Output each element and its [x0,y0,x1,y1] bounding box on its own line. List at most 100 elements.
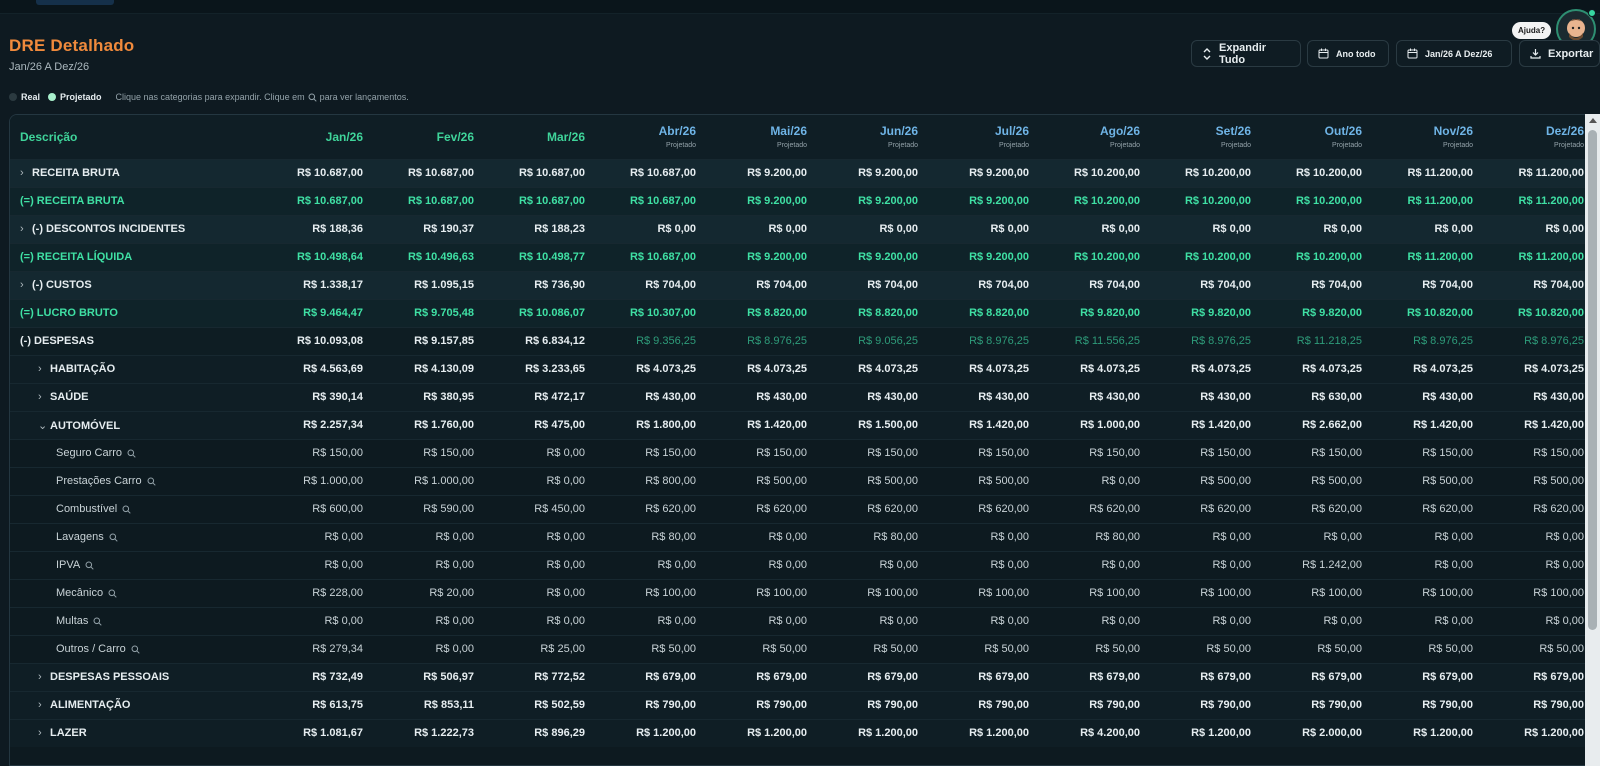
help-button[interactable]: Ajuda? [1512,22,1552,39]
chevron-right-icon[interactable]: › [20,167,32,179]
cell-value: R$ 500,00 [1533,475,1584,487]
cell-value: R$ 150,00 [312,447,363,459]
chevron-right-icon[interactable]: › [20,279,32,291]
expand-all-button[interactable]: Expandir Tudo [1191,40,1301,67]
row-label: (-) DESCONTOS INCIDENTES [32,223,186,235]
row-label: Seguro Carro [56,447,123,459]
cell-value: R$ 1.200,00 [636,727,696,740]
cell-value: R$ 620,00 [756,503,807,515]
cell-value: R$ 100,00 [867,587,918,599]
search-icon [308,93,317,102]
cell-value: R$ 0,00 [1434,615,1473,627]
cell-value: R$ 0,00 [879,615,918,627]
table-row[interactable]: › SAÚDE R$ 390,14 R$ 380,95 R$ 472,17 R$ 430,… [10,383,1594,411]
search-icon[interactable] [109,533,118,542]
cell-value: R$ 4.073,25 [1302,363,1362,375]
table-row[interactable]: ⌄ AUTOMÓVEL R$ 2.257,34 R$ 1.760,00 R$ 475,0… [10,411,1594,439]
table-row[interactable]: › LAZER R$ 1.081,67 R$ 1.222,73 R$ 896,29 R$ … [10,719,1594,747]
search-icon[interactable] [93,617,103,626]
table-row[interactable]: › ALIMENTAÇÃO R$ 613,75 R$ 853,11 R$ 502,59 R… [10,691,1594,719]
search-icon[interactable] [85,561,94,570]
dre-table-container[interactable]: Descrição Jan/26 Fev/26 Mar/26 Abr/26 Projeta… [9,114,1600,766]
cell-value: R$ 9.820,00 [1191,307,1251,319]
cell-value: R$ 0,00 [324,615,363,627]
header-projected-tag: Projetado [1443,142,1473,150]
table-row[interactable]: › HABITAÇÃO R$ 4.563,69 R$ 4.130,09 R$ 3.233… [10,355,1594,383]
cell-value: R$ 0,00 [1545,559,1584,571]
chevron-right-icon[interactable]: › [38,671,50,683]
year-filter-button[interactable]: Ano todo [1307,40,1389,67]
search-icon[interactable] [127,449,136,458]
header-month-label: Nov/26 [1433,124,1473,139]
search-icon[interactable] [147,477,156,486]
scroll-up-arrow-icon[interactable] [1589,118,1597,123]
table-row[interactable]: › (-) DESCONTOS INCIDENTES R$ 188,36 R$ 190… [10,215,1594,243]
cell-value: R$ 0,00 [1101,223,1140,235]
cell-value: R$ 0,00 [879,223,918,235]
cell-value: R$ 620,00 [1311,503,1362,515]
row-label: Lavagens [56,531,104,543]
cell-value: R$ 4.073,25 [1080,363,1140,375]
chevron-right-icon[interactable]: › [38,727,50,739]
search-icon[interactable] [108,589,117,598]
chevron-right-icon[interactable]: › [38,391,50,403]
legend-projected: Projetado [48,92,102,102]
legend-hint: Clique nas categorias para expandir. Cli… [116,92,409,102]
cell-value: R$ 0,00 [768,615,807,627]
cell-value: R$ 1.200,00 [1524,727,1584,740]
row-label: Combustível [56,503,118,515]
header-description: Descrição [20,129,78,144]
cell-value: R$ 0,00 [990,559,1029,571]
cell-value: R$ 100,00 [978,587,1029,599]
cell-value: R$ 620,00 [867,503,918,515]
chevron-right-icon[interactable]: › [20,223,32,235]
cell-value: R$ 620,00 [1089,503,1140,515]
page-title: DRE Detalhado [9,36,135,55]
search-icon[interactable] [122,505,131,514]
cell-value: R$ 0,00 [546,615,585,627]
cell-value: R$ 1.000,00 [1080,419,1140,431]
cell-value: R$ 10.687,00 [296,167,363,179]
table-row[interactable]: › RECEITA BRUTA R$ 10.687,00 R$ 10.687,00 R$… [10,159,1594,187]
chevron-right-icon[interactable]: › [38,699,50,711]
vertical-scrollbar[interactable] [1585,114,1600,766]
cell-value: R$ 1.760,00 [414,419,474,431]
cell-value: R$ 150,00 [1089,447,1140,459]
cell-value: R$ 790,00 [645,699,696,711]
row-label: RECEITA BRUTA [32,167,120,179]
header-month-label: Ago/26 [1099,124,1140,139]
cell-value: R$ 188,36 [312,223,363,235]
scrollbar-thumb[interactable] [1588,130,1597,630]
cell-value: R$ 10.687,00 [518,167,585,179]
cell-value: R$ 50,00 [1206,643,1251,655]
search-icon[interactable] [131,645,140,654]
cell-value: R$ 472,17 [534,391,585,403]
cell-value: R$ 100,00 [645,587,696,599]
row-description: › DESPESAS PESSOAIS [10,663,262,691]
export-button[interactable]: Exportar [1519,40,1600,67]
date-range-button[interactable]: Jan/26 A Dez/26 [1396,40,1512,67]
cell-value: R$ 704,00 [1311,279,1362,291]
cell-value: R$ 0,00 [546,447,585,459]
cell-value: R$ 6.834,12 [525,335,585,347]
cell-value: R$ 0,00 [1101,615,1140,627]
table-row: (=) LUCRO BRUTO R$ 9.464,47 R$ 9.705,48 R$ … [10,299,1594,327]
table-row[interactable]: › (-) CUSTOS R$ 1.338,17 R$ 1.095,15 R$ 736,… [10,271,1594,299]
cell-value: R$ 679,00 [1200,671,1251,683]
cell-value: R$ 4.200,00 [1080,727,1140,740]
table-header-row: Descrição Jan/26 Fev/26 Mar/26 Abr/26 Projeta… [10,115,1594,159]
cell-value: R$ 80,00 [873,531,918,543]
chevron-right-icon[interactable]: › [38,363,50,375]
top-bar-mark [36,0,114,5]
header-month-label: Dez/26 [1545,124,1584,139]
cell-value: R$ 10.200,00 [1184,195,1251,207]
table-row[interactable]: › DESPESAS PESSOAIS R$ 732,49 R$ 506,97 R$ 7… [10,663,1594,691]
cell-value: R$ 0,00 [435,559,474,571]
expand-all-label: Expandir Tudo [1219,41,1267,66]
cell-value: R$ 9.200,00 [858,251,918,263]
cell-value: R$ 150,00 [423,447,474,459]
cell-value: R$ 2.662,00 [1302,419,1362,431]
cell-value: R$ 4.073,25 [636,363,696,375]
cell-value: R$ 10.687,00 [518,195,585,207]
chevron-down-icon[interactable]: ⌄ [38,419,50,432]
